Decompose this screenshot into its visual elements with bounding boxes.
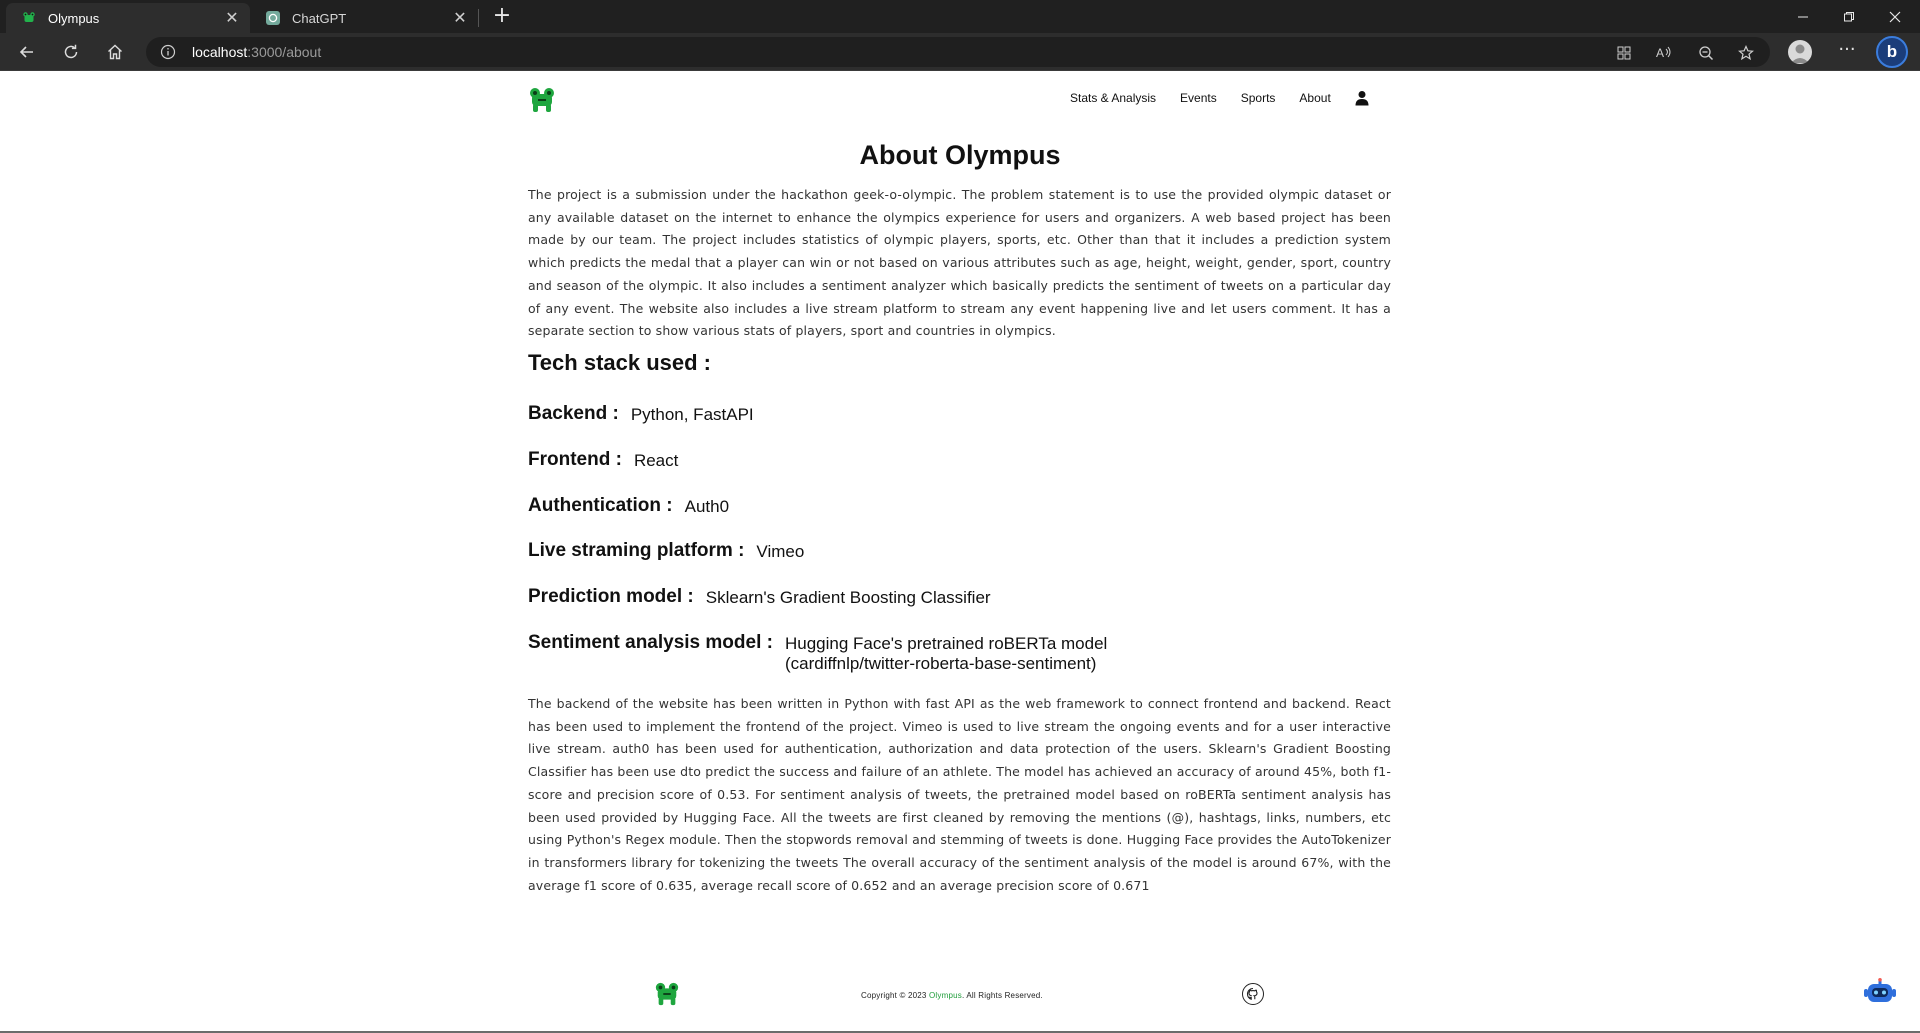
- copyright-prefix: Copyright © 2023: [861, 991, 929, 1000]
- tab-title: ChatGPT: [292, 10, 347, 26]
- tech-stack-value-line-1: Hugging Face's pretrained roBERTa model: [784, 634, 1108, 653]
- tech-stack-value: React: [633, 451, 679, 470]
- info-icon[interactable]: [160, 44, 176, 60]
- tech-stack-label: Live straming platform :: [528, 540, 745, 561]
- tech-stack-label: Authentication :: [528, 495, 673, 516]
- tech-stack-value-line-2: (cardiffnlp/twitter-roberta-base-sentime…: [784, 654, 1097, 673]
- github-icon[interactable]: [1242, 983, 1264, 1005]
- read-aloud-icon[interactable]: A: [1655, 43, 1675, 63]
- tech-stack-row-sentiment-model: Sentiment analysis model : Hugging Face'…: [528, 632, 1107, 674]
- tech-stack-value: Python, FastAPI: [630, 405, 754, 424]
- close-window-icon[interactable]: [1872, 0, 1918, 33]
- tech-stack-label: Prediction model :: [528, 586, 694, 607]
- home-icon[interactable]: [100, 38, 130, 66]
- tech-stack-heading: Tech stack used :: [528, 350, 711, 375]
- back-icon[interactable]: [12, 38, 42, 66]
- chatgpt-favicon-icon: [266, 11, 280, 25]
- tech-stack-value: Sklearn's Gradient Boosting Classifier: [705, 588, 991, 607]
- tab-chatgpt[interactable]: ChatGPT ✕: [250, 3, 478, 33]
- implementation-details-paragraph: The backend of the website has been writ…: [528, 696, 1391, 893]
- tab-divider: [478, 9, 479, 27]
- browser-tab-strip: Olympus ✕ ChatGPT ✕ +: [0, 0, 1920, 33]
- restore-icon[interactable]: [1826, 0, 1872, 33]
- zoom-out-icon[interactable]: [1696, 43, 1716, 63]
- frog-favicon-icon: [22, 11, 36, 25]
- tech-stack-row-backend: Backend : Python, FastAPI: [528, 403, 754, 425]
- nav-link-sports[interactable]: Sports: [1241, 91, 1276, 105]
- tech-stack-row-prediction-model: Prediction model : Sklearn's Gradient Bo…: [528, 586, 991, 608]
- chatbot-icon[interactable]: [1862, 978, 1898, 1008]
- close-tab-icon[interactable]: ✕: [452, 10, 468, 27]
- tab-title: Olympus: [48, 10, 100, 26]
- nav-link-stats-analysis[interactable]: Stats & Analysis: [1070, 91, 1156, 105]
- favorite-star-icon[interactable]: [1736, 43, 1756, 63]
- copyright-brand[interactable]: Olympus: [929, 991, 962, 1000]
- about-intro-paragraph: The project is a submission under the ha…: [528, 187, 1391, 339]
- url-text[interactable]: localhost:3000/about: [192, 44, 321, 60]
- tech-stack-value: Hugging Face's pretrained roBERTa model …: [785, 634, 1107, 674]
- close-tab-icon[interactable]: ✕: [224, 10, 240, 27]
- svg-text:A: A: [1656, 46, 1664, 60]
- nav-link-events[interactable]: Events: [1180, 91, 1217, 105]
- apps-icon[interactable]: [1614, 43, 1634, 63]
- profile-avatar-icon[interactable]: [1788, 40, 1812, 64]
- page-title: About Olympus: [859, 140, 1061, 170]
- copyright-text: Copyright © 2023 Olympus. All Rights Res…: [861, 991, 1043, 1000]
- plus-icon[interactable]: +: [488, 5, 516, 29]
- main-navigation: Stats & Analysis Events Sports About: [1070, 90, 1369, 106]
- nav-link-about[interactable]: About: [1299, 91, 1330, 105]
- tech-stack-label: Backend :: [528, 403, 619, 424]
- address-bar[interactable]: localhost:3000/about A: [146, 37, 1770, 67]
- url-host: localhost: [192, 44, 248, 60]
- copyright-suffix: . All Rights Reserved.: [961, 991, 1043, 1000]
- bing-copilot-icon[interactable]: b: [1876, 36, 1908, 68]
- user-icon[interactable]: [1355, 90, 1369, 106]
- footer-olympus-logo-icon[interactable]: [654, 981, 680, 1007]
- browser-toolbar: localhost:3000/about A ··· b: [0, 33, 1920, 71]
- tech-stack-label: Frontend :: [528, 449, 622, 470]
- tech-stack-row-live-streaming: Live straming platform : Vimeo: [528, 540, 804, 562]
- tech-stack-row-frontend: Frontend : React: [528, 449, 678, 471]
- tech-stack-label: Sentiment analysis model :: [528, 632, 773, 653]
- tech-stack-value: Vimeo: [756, 542, 805, 561]
- tab-olympus[interactable]: Olympus ✕: [6, 3, 250, 33]
- olympus-logo-icon[interactable]: [528, 86, 556, 114]
- minimize-icon[interactable]: [1780, 0, 1826, 33]
- webpage: Stats & Analysis Events Sports About Abo…: [0, 72, 1920, 1033]
- url-path: :3000/about: [247, 44, 322, 60]
- more-options-icon[interactable]: ···: [1832, 39, 1862, 65]
- tech-stack-value: Auth0: [684, 497, 730, 516]
- tech-stack-row-authentication: Authentication : Auth0: [528, 495, 729, 517]
- refresh-icon[interactable]: [56, 38, 86, 66]
